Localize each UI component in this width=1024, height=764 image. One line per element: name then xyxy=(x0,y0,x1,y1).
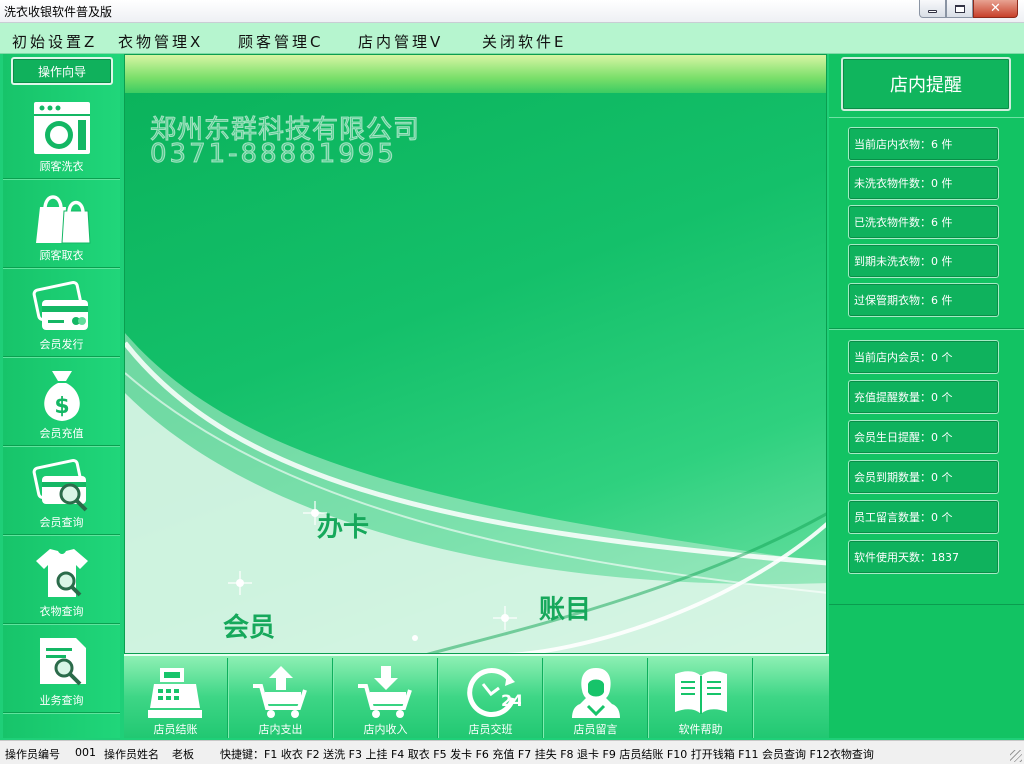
shirt-search-icon xyxy=(30,544,94,602)
shortcut-keys: 快捷键：F1 收衣 F2 送洗 F3 上挂 F4 取衣 F5 发卡 F6 充值 … xyxy=(220,748,874,761)
sidebar-item-member-issue[interactable]: 会员发行 xyxy=(3,269,120,357)
store-income-button[interactable]: 店内收入 xyxy=(334,658,438,738)
menu-bar: 初始设置Z 衣物管理X 顾客管理C 店内管理V 关闭软件E xyxy=(0,23,1024,54)
store-expense-button[interactable]: 店内支出 xyxy=(229,658,333,738)
minimize-icon xyxy=(928,10,937,13)
sidebar-item-business-query[interactable]: 业务查询 xyxy=(3,625,120,713)
sidebar-item-label: 会员查询 xyxy=(39,516,84,529)
staff-message-button[interactable]: 店员留言 xyxy=(544,658,648,738)
sidebar-item-label: 衣物查询 xyxy=(39,605,84,618)
operator-id-label: 操作员编号 xyxy=(5,748,60,761)
art-word-member: 会员 xyxy=(223,613,276,643)
washing-machine-icon xyxy=(30,99,94,157)
left-sidebar: 操作向导 顾客洗衣 顾客取衣 会员发行 $ 会员充值 会员查询 衣物查询 业务查… xyxy=(3,54,120,738)
menu-customer-management[interactable]: 顾客管理C xyxy=(238,31,323,52)
operation-wizard-button[interactable]: 操作向导 xyxy=(11,57,113,85)
stat-expiring-members[interactable]: 会员到期数量：0 个 xyxy=(848,460,999,494)
clothes-stats-group: 当前店内衣物：6 件 未洗衣物件数：0 件 已洗衣物件数：6 件 到期未洗衣物：… xyxy=(829,117,1024,329)
menu-store-management[interactable]: 店内管理V xyxy=(358,31,443,52)
reminder-panel-title: 店内提醒 xyxy=(841,57,1011,111)
company-phone: 0371-88881995 xyxy=(150,139,397,170)
resize-grip-icon[interactable] xyxy=(1010,750,1022,762)
operator-name-label: 操作员姓名 xyxy=(104,748,159,761)
stat-washed-clothes[interactable]: 已洗衣物件数：6 件 xyxy=(848,205,999,239)
status-bar: 操作员编号 001 操作员姓名 老板 快捷键：F1 收衣 F2 送洗 F3 上挂… xyxy=(0,740,1024,764)
document-search-icon xyxy=(30,633,94,691)
stat-unwashed-clothes[interactable]: 未洗衣物件数：0 件 xyxy=(848,166,999,200)
staff-checkout-button[interactable]: 店员结账 xyxy=(124,658,228,738)
close-icon: ✕ xyxy=(990,1,1001,16)
menu-init-settings[interactable]: 初始设置Z xyxy=(12,31,97,52)
toolbar-label: 店内收入 xyxy=(363,723,408,736)
toolbar-label: 店员交班 xyxy=(468,723,513,736)
operator-id: 001 xyxy=(75,746,96,759)
help-book-icon xyxy=(671,664,731,720)
stat-usage-days[interactable]: 软件使用天数：1837 xyxy=(848,540,999,574)
sidebar-item-customer-wash[interactable]: 顾客洗衣 xyxy=(3,91,120,179)
member-card-icon xyxy=(30,277,94,335)
money-bag-icon: $ xyxy=(30,366,94,424)
stat-members-in-store[interactable]: 当前店内会员：0 个 xyxy=(848,340,999,374)
stat-clothes-in-store[interactable]: 当前店内衣物：6 件 xyxy=(848,127,999,161)
operator-name: 老板 xyxy=(172,748,194,761)
sidebar-item-label: 会员发行 xyxy=(39,338,84,351)
stat-birthday-reminders[interactable]: 会员生日提醒：0 个 xyxy=(848,420,999,454)
sidebar-item-label: 顾客取衣 xyxy=(39,249,84,262)
art-word-card: 办卡 xyxy=(317,513,370,543)
art-word-account: 账目 xyxy=(539,595,592,625)
member-stats-group: 当前店内会员：0 个 充值提醒数量：0 个 会员生日提醒：0 个 会员到期数量：… xyxy=(829,329,1024,605)
svg-text:$: $ xyxy=(54,394,69,419)
window-title: 洗衣收银软件普及版 xyxy=(4,5,113,19)
cash-register-icon xyxy=(146,664,206,720)
toolbar-label: 软件帮助 xyxy=(678,723,723,736)
software-help-button[interactable]: 软件帮助 xyxy=(649,658,753,738)
stat-staff-messages[interactable]: 员工留言数量：0 个 xyxy=(848,500,999,534)
sidebar-item-label: 业务查询 xyxy=(39,694,84,707)
stat-overdue-storage[interactable]: 过保管期衣物：6 件 xyxy=(848,283,999,317)
sidebar-item-label: 顾客洗衣 xyxy=(39,160,84,173)
toolbar-label: 店员留言 xyxy=(573,723,618,736)
toolbar-label: 店员结账 xyxy=(153,723,198,736)
sidebar-item-label: 会员充值 xyxy=(39,427,84,440)
svg-text:24: 24 xyxy=(501,691,521,710)
sidebar-item-customer-pickup[interactable]: 顾客取衣 xyxy=(3,180,120,268)
sidebar-item-clothes-query[interactable]: 衣物查询 xyxy=(3,536,120,624)
minimize-button[interactable] xyxy=(919,0,946,18)
sidebar-item-member-recharge[interactable]: $ 会员充值 xyxy=(3,358,120,446)
sidebar-item-member-query[interactable]: 会员查询 xyxy=(3,447,120,535)
bottom-toolbar: 店员结账 店内支出 店内收入 24 店员交班 店员留言 软件帮助 xyxy=(124,654,829,738)
menu-close-software[interactable]: 关闭软件E xyxy=(482,31,566,52)
cart-upload-icon xyxy=(251,664,311,720)
shopping-bag-icon xyxy=(30,188,94,246)
background-swoosh xyxy=(125,333,826,653)
stat-due-unwashed[interactable]: 到期未洗衣物：0 件 xyxy=(848,244,999,278)
maximize-button[interactable] xyxy=(946,0,973,18)
close-button[interactable]: ✕ xyxy=(973,0,1018,18)
stat-recharge-reminders[interactable]: 充值提醒数量：0 个 xyxy=(848,380,999,414)
clock-24-icon: 24 xyxy=(461,664,521,720)
staff-shift-change-button[interactable]: 24 店员交班 xyxy=(439,658,543,738)
title-bar: 洗衣收银软件普及版 ✕ xyxy=(0,0,1024,23)
main-background: 郑州东群科技有限公司 0371-88881995 办卡 会员 账目 xyxy=(125,93,826,653)
person-message-icon xyxy=(566,664,626,720)
main-canvas: 郑州东群科技有限公司 0371-88881995 办卡 会员 账目 xyxy=(124,54,827,654)
card-search-icon xyxy=(30,455,94,513)
reminder-panel: 店内提醒 当前店内衣物：6 件 未洗衣物件数：0 件 已洗衣物件数：6 件 到期… xyxy=(829,54,1024,738)
maximize-icon xyxy=(954,4,965,13)
toolbar-label: 店内支出 xyxy=(258,723,303,736)
cart-download-icon xyxy=(356,664,416,720)
main-header-strip xyxy=(125,55,826,93)
menu-clothes-management[interactable]: 衣物管理X xyxy=(118,31,203,52)
